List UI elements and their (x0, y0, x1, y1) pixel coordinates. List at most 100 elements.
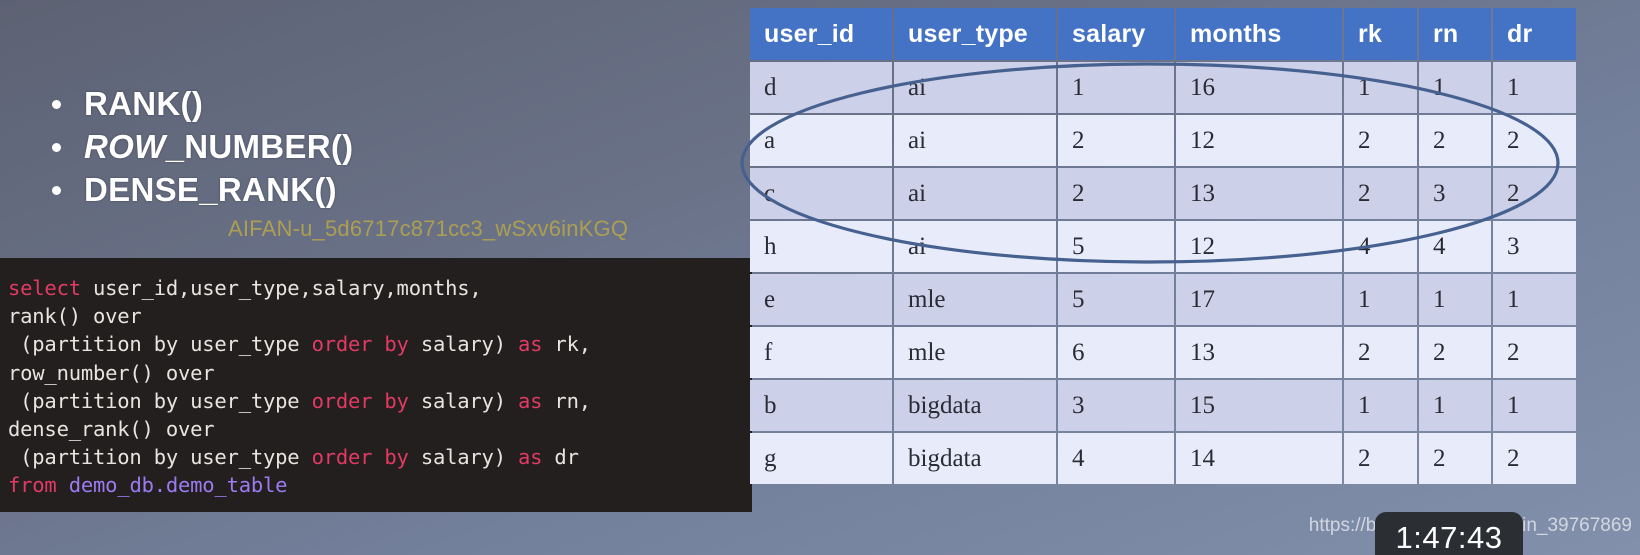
table-cell-dr: 2 (1493, 168, 1576, 219)
code-token: (partition by user_type (8, 445, 312, 470)
code-token: as (517, 445, 543, 470)
bullet-dot-icon (52, 93, 84, 115)
table-cell-user_id: d (750, 62, 892, 113)
table-cell-user_type: ai (894, 221, 1056, 272)
code-token: salary) (408, 445, 518, 470)
table-row: g bigdata 4 14 2 2 2 (750, 433, 1576, 484)
table-cell-user_id: b (750, 380, 892, 431)
column-header-user_id: user_id (750, 8, 892, 60)
code-token: dense_rank() over (8, 417, 215, 442)
table-cell-rk: 2 (1344, 327, 1417, 378)
table-row: h ai 5 12 4 4 3 (750, 221, 1576, 272)
table-cell-rn: 1 (1419, 274, 1491, 325)
table-header-row: user_id user_type salary months rk rn dr (750, 8, 1576, 60)
table-cell-salary: 5 (1058, 274, 1174, 325)
slide-overlay-watermark: AIFAN-u_5d6717c871cc3_wSxv6inKGQ (228, 216, 629, 241)
table-row: c ai 2 13 2 3 2 (750, 168, 1576, 219)
code-token: (partition by user_type (8, 332, 312, 357)
function-bullet-list: RANK() ROW_NUMBER() DENSE_RANK() (52, 82, 692, 211)
column-header-months: months (1176, 8, 1342, 60)
sql-code-block: select user_id,user_type,salary,months, … (0, 258, 752, 512)
table-row: e mle 5 17 1 1 1 (750, 274, 1576, 325)
code-token: select (8, 276, 81, 300)
code-token: as (517, 332, 543, 357)
table-cell-rn: 2 (1419, 327, 1491, 378)
table-cell-user_type: mle (894, 274, 1056, 325)
table-cell-salary: 2 (1058, 168, 1174, 219)
sql-code-text: select user_id,user_type,salary,months, … (8, 274, 752, 500)
table-cell-salary: 2 (1058, 115, 1174, 166)
table-cell-rn: 1 (1419, 380, 1491, 431)
query-result-table-container: user_id user_type salary months rk rn dr… (748, 6, 1576, 486)
table-cell-rn: 4 (1419, 221, 1491, 272)
list-item: ROW_NUMBER() (52, 125, 692, 168)
table-cell-user_type: ai (894, 62, 1056, 113)
column-header-rk: rk (1344, 8, 1417, 60)
table-row: d ai 1 16 1 1 1 (750, 62, 1576, 113)
table-cell-months: 17 (1176, 274, 1342, 325)
column-header-dr: dr (1493, 8, 1576, 60)
code-token: order by (311, 332, 409, 357)
table-cell-salary: 5 (1058, 221, 1174, 272)
code-token: user_id,user_type,salary,months, (80, 276, 482, 300)
table-cell-user_type: bigdata (894, 380, 1056, 431)
bullet-dot-icon (52, 136, 84, 158)
table-cell-user_id: g (750, 433, 892, 484)
code-token: rank() over (8, 304, 142, 329)
table-cell-months: 14 (1176, 433, 1342, 484)
column-header-user_type: user_type (894, 8, 1056, 60)
table-cell-user_type: ai (894, 168, 1056, 219)
table-cell-user_id: e (750, 274, 892, 325)
table-cell-user_id: c (750, 168, 892, 219)
table-row: a ai 2 12 2 2 2 (750, 115, 1576, 166)
table-cell-salary: 4 (1058, 433, 1174, 484)
code-token: rk, (542, 332, 591, 357)
code-token: order by (311, 388, 409, 413)
table-row: b bigdata 3 15 1 1 1 (750, 380, 1576, 431)
bullet-item-label-dense-rank: DENSE_RANK() (84, 170, 337, 208)
code-token: order by (311, 445, 409, 470)
code-token: (partition by user_type (8, 388, 312, 413)
table-cell-user_type: mle (894, 327, 1056, 378)
table-cell-user_id: a (750, 115, 892, 166)
table-cell-user_type: ai (894, 115, 1056, 166)
table-cell-months: 12 (1176, 221, 1342, 272)
list-item: DENSE_RANK() (52, 168, 692, 211)
table-cell-rn: 2 (1419, 433, 1491, 484)
table-cell-dr: 2 (1493, 327, 1576, 378)
table-cell-months: 16 (1176, 62, 1342, 113)
table-cell-rk: 1 (1344, 62, 1417, 113)
code-token: demo_db.demo_table (68, 473, 288, 498)
code-token: rn, (542, 388, 591, 413)
code-token: row_number() over (8, 360, 215, 385)
code-token: salary) (408, 388, 518, 413)
code-token: dr (542, 445, 579, 470)
code-token: as (517, 388, 543, 413)
table-cell-user_type: bigdata (894, 433, 1056, 484)
table-cell-rn: 3 (1419, 168, 1491, 219)
table-cell-dr: 2 (1493, 115, 1576, 166)
bullet-item-label-row-number: ROW_NUMBER() (84, 127, 354, 165)
table-body: d ai 1 16 1 1 1 a ai 2 12 2 2 2 c ai 2 13 2 3 2 h ai 5 12 4 4 3 e mle… (750, 62, 1576, 484)
table-cell-salary: 3 (1058, 380, 1174, 431)
query-result-table: user_id user_type salary months rk rn dr… (748, 6, 1578, 486)
table-cell-months: 13 (1176, 168, 1342, 219)
table-cell-dr: 2 (1493, 433, 1576, 484)
video-timestamp-badge: 1:47:43 (1375, 512, 1523, 555)
code-token: salary) (408, 332, 518, 357)
table-cell-dr: 1 (1493, 380, 1576, 431)
table-cell-salary: 6 (1058, 327, 1174, 378)
column-header-rn: rn (1419, 8, 1491, 60)
table-cell-months: 12 (1176, 115, 1342, 166)
table-cell-dr: 3 (1493, 221, 1576, 272)
bullet-item-label-rank: RANK() (84, 84, 204, 122)
table-cell-rk: 1 (1344, 380, 1417, 431)
table-cell-user_id: h (750, 221, 892, 272)
list-item: RANK() (52, 82, 692, 125)
table-cell-dr: 1 (1493, 62, 1576, 113)
table-row: f mle 6 13 2 2 2 (750, 327, 1576, 378)
table-cell-rk: 1 (1344, 274, 1417, 325)
table-cell-user_id: f (750, 327, 892, 378)
table-cell-rk: 2 (1344, 168, 1417, 219)
